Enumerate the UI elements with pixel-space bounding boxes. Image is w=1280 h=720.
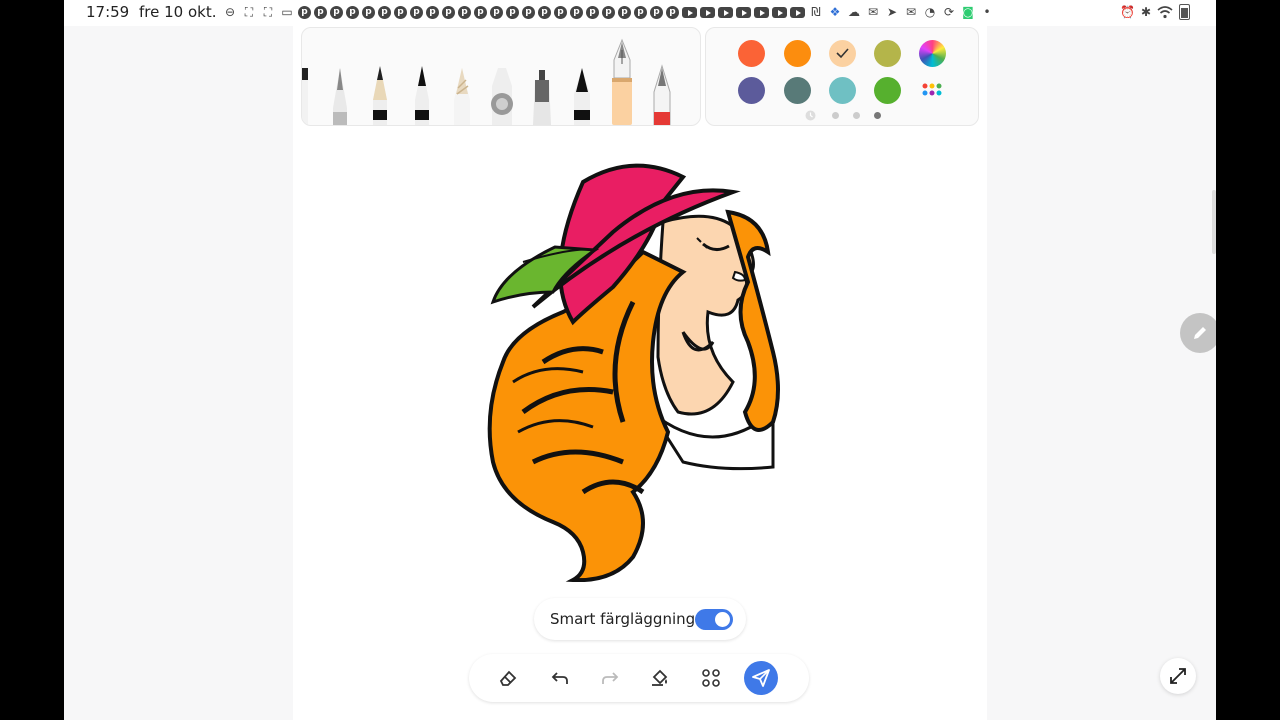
fine-marker-tool[interactable] xyxy=(574,68,590,125)
color-swatch[interactable] xyxy=(874,77,901,104)
expand-button[interactable] xyxy=(1160,658,1196,694)
mail-icon: ✉ xyxy=(905,5,917,19)
status-date: fre 10 okt. xyxy=(139,3,217,21)
pinterest-icon: p xyxy=(362,5,375,19)
alarm-icon: ⏰ xyxy=(1119,5,1135,19)
pinterest-icon: p xyxy=(458,5,471,19)
expand-icon xyxy=(1170,668,1186,684)
color-swatch[interactable] xyxy=(829,77,856,104)
highlighter-tool[interactable] xyxy=(491,68,513,125)
telegram-icon: ➤ xyxy=(886,5,898,19)
pinterest-icon: p xyxy=(298,5,311,19)
recent-colors-icon[interactable] xyxy=(805,110,816,121)
color-swatch[interactable] xyxy=(874,40,901,67)
pinterest-icon: p xyxy=(586,5,599,19)
vpn-icon: ◔ xyxy=(924,5,936,19)
pinterest-icon: p xyxy=(506,5,519,19)
eraser-icon[interactable] xyxy=(493,663,523,693)
pinterest-icon: p xyxy=(346,5,359,19)
notification-icons: ⊖ ⛶ ⛶ ▭ p p p p p p p p p p p p p p p p p p p p p p p p ₪ ❖ ☁ ✉ ➤ ✉ ◔ ⟳ ◙ • xyxy=(222,4,995,20)
app-screen: 17:59 fre 10 okt. ⊖ ⛶ ⛶ ▭ p p p p p p p p p p p p p p p p p p… xyxy=(64,0,1216,720)
youtube-icon xyxy=(772,6,787,18)
calligraphy-tool[interactable] xyxy=(415,66,429,125)
pen-tray xyxy=(301,27,701,126)
youtube-icon xyxy=(736,6,751,18)
redo-icon[interactable] xyxy=(595,663,625,693)
coloring-image[interactable] xyxy=(483,162,783,582)
edit-fab-button[interactable] xyxy=(1180,313,1216,353)
palette-page-dot[interactable] xyxy=(874,112,881,119)
pinterest-icon: p xyxy=(602,5,615,19)
pinterest-icon: p xyxy=(490,5,503,19)
palette-page-dot[interactable] xyxy=(853,112,860,119)
crayon-tool[interactable] xyxy=(454,68,470,125)
youtube-icon xyxy=(754,6,769,18)
screenshot-icon: ⛶ xyxy=(244,4,254,19)
messenger-icon: ✉ xyxy=(867,5,879,19)
color-swatch[interactable] xyxy=(738,40,765,67)
bottom-toolbar xyxy=(469,654,809,702)
youtube-icon xyxy=(682,6,697,18)
sv-ru-icon: ₪ xyxy=(811,5,821,19)
fountain-pen-tool[interactable] xyxy=(612,38,632,125)
drawing-canvas[interactable]: Smart färgläggning xyxy=(293,26,987,720)
youtube-icon xyxy=(718,6,733,18)
cloud-icon: ☁ xyxy=(848,5,860,19)
undo-icon[interactable] xyxy=(545,663,575,693)
pinterest-icon: p xyxy=(650,5,663,19)
pinterest-icon: p xyxy=(570,5,583,19)
palette-page-dot[interactable] xyxy=(832,112,839,119)
sync-icon: ⟳ xyxy=(943,5,955,19)
bluetooth-icon: ✱ xyxy=(1140,5,1151,19)
color-swatch[interactable] xyxy=(784,40,811,67)
youtube-icon xyxy=(700,6,715,18)
pinterest-icon: p xyxy=(394,5,407,19)
more-notifications-dot: • xyxy=(983,5,991,19)
system-icons: ⏰ ✱ xyxy=(1120,4,1190,20)
pinterest-icon: p xyxy=(522,5,535,19)
pinterest-icon: p xyxy=(634,5,647,19)
status-bar: 17:59 fre 10 okt. ⊖ ⛶ ⛶ ▭ p p p p p p p p p p p p p p p p p p… xyxy=(64,0,1216,26)
fine-brush-tool[interactable] xyxy=(333,68,347,125)
smart-coloring-pill: Smart färgläggning xyxy=(534,598,746,640)
red-pen-tool[interactable] xyxy=(653,64,671,125)
youtube-icon xyxy=(790,6,805,18)
cast-icon: ▭ xyxy=(281,5,293,19)
pencil-tool[interactable] xyxy=(373,66,387,125)
battery-icon xyxy=(1179,4,1190,20)
pinterest-icon: p xyxy=(410,5,423,19)
pinterest-icon: p xyxy=(554,5,567,19)
send-icon xyxy=(752,669,770,687)
screen-record-icon: ⛶ xyxy=(263,4,273,19)
color-swatch[interactable] xyxy=(738,77,765,104)
pencil-icon xyxy=(1194,327,1206,339)
pinterest-icon: p xyxy=(666,5,679,19)
pinterest-icon: p xyxy=(442,5,455,19)
dropbox-icon: ❖ xyxy=(829,5,841,19)
marker-tool[interactable] xyxy=(533,70,551,125)
pinterest-icon: p xyxy=(314,5,327,19)
status-time: 17:59 xyxy=(86,3,130,21)
dnd-icon: ⊖ xyxy=(224,5,236,19)
pinterest-icon: p xyxy=(330,5,343,19)
pinterest-icon: p xyxy=(618,5,631,19)
pinterest-icon: p xyxy=(474,5,487,19)
pinterest-icon: p xyxy=(426,5,439,19)
pinterest-icon: p xyxy=(538,5,551,19)
color-palette xyxy=(705,27,979,126)
brush-partial-tool[interactable] xyxy=(302,68,308,125)
pinterest-icon: p xyxy=(378,5,391,19)
smart-coloring-label: Smart färgläggning xyxy=(550,610,696,628)
fill-bucket-icon[interactable] xyxy=(645,663,675,693)
color-wheel-button[interactable] xyxy=(919,40,946,67)
edge-panel-handle[interactable] xyxy=(1212,190,1216,254)
send-button[interactable] xyxy=(744,661,778,695)
more-colors-icon[interactable] xyxy=(921,82,945,98)
color-swatch[interactable] xyxy=(829,40,856,67)
apps-icon[interactable] xyxy=(696,663,726,693)
color-swatch[interactable] xyxy=(784,77,811,104)
wifi-icon xyxy=(1157,5,1173,18)
smart-coloring-toggle[interactable] xyxy=(695,609,733,630)
green-app-icon: ◙ xyxy=(962,5,974,19)
